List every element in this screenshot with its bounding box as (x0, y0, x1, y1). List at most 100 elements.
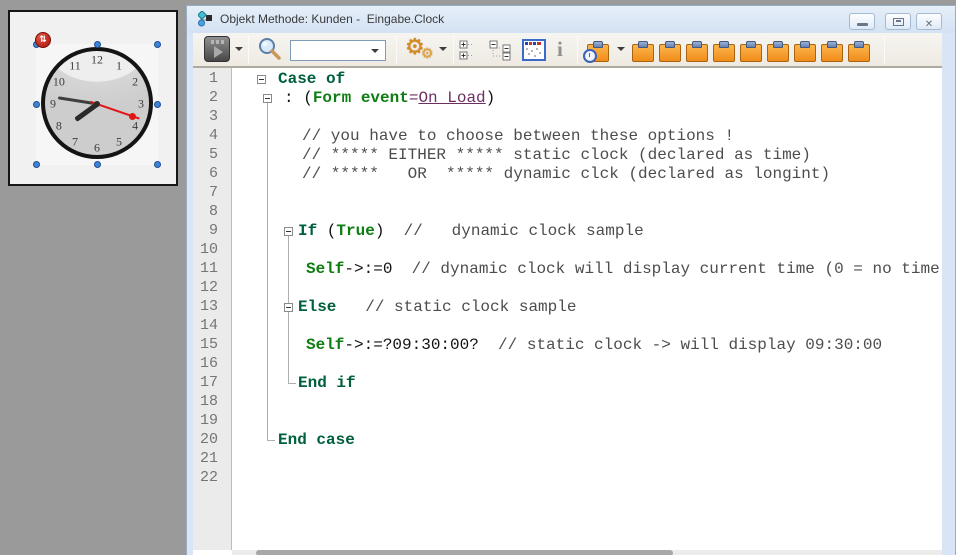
clipboard-slot-button[interactable] (632, 41, 654, 62)
code-line[interactable] (232, 469, 942, 488)
form-preview-box: ⇅ 123456789101112 (8, 10, 178, 186)
line-number: 11 (200, 260, 218, 279)
code-line[interactable]: Self->:=?09:30:00? // static clock -> wi… (232, 336, 942, 355)
clipboard-slot-button[interactable] (848, 41, 870, 62)
code-line[interactable] (232, 393, 942, 412)
code-text (232, 469, 942, 488)
code-text (232, 108, 942, 127)
clock-center-cap (94, 101, 100, 107)
clipboard-slot-button[interactable] (794, 41, 816, 62)
line-number: 1 (209, 70, 218, 89)
code-text: : (Form event=On Load) (232, 89, 942, 108)
search-input[interactable] (290, 40, 386, 61)
code-text (232, 355, 942, 374)
method-editor-window: Objekt Methode: Kunden - Eingabe.Clock ✕ (186, 5, 956, 555)
line-number: 10 (200, 241, 218, 260)
toolbar: ⚙ ⚙ (193, 33, 942, 68)
macro-window-icon[interactable] (522, 39, 546, 61)
code-text (232, 279, 942, 298)
close-icon: ✕ (925, 19, 933, 30)
line-number: 12 (200, 279, 218, 298)
code-line[interactable]: Case of (232, 70, 942, 89)
line-number: 3 (209, 108, 218, 127)
clipboard-clock-button[interactable] (587, 41, 609, 62)
clock-numeral: 5 (116, 135, 122, 150)
line-number: 20 (200, 431, 218, 450)
clock-numeral: 8 (56, 119, 62, 134)
code-lines[interactable]: Case of: (Form event=On Load) // you have… (232, 68, 942, 550)
code-line[interactable]: Else // static clock sample (232, 298, 942, 317)
line-number: 8 (209, 203, 218, 222)
code-line[interactable] (232, 450, 942, 469)
line-number: 21 (200, 450, 218, 469)
code-text (232, 450, 942, 469)
separator (577, 35, 578, 64)
gears-dropdown-caret[interactable] (439, 47, 447, 51)
code-text: // ***** OR ***** dynamic clck (declared… (232, 165, 942, 184)
code-line[interactable]: End if (232, 374, 942, 393)
clipboard-slot-button[interactable] (740, 41, 762, 62)
code-line[interactable] (232, 241, 942, 260)
code-line[interactable]: // you have to choose between these opti… (232, 127, 942, 146)
titlebar[interactable]: Objekt Methode: Kunden - Eingabe.Clock ✕ (187, 6, 955, 33)
line-number: 19 (200, 412, 218, 431)
clipboard-slot-button[interactable] (767, 41, 789, 62)
code-text: Case of (232, 70, 942, 89)
line-number: 7 (209, 184, 218, 203)
clipboard-slot-button[interactable] (686, 41, 708, 62)
handle-top-mid[interactable] (94, 41, 101, 48)
line-number: 6 (209, 165, 218, 184)
clipboard-slot-button[interactable] (821, 41, 843, 62)
handle-mid-right[interactable] (154, 101, 161, 108)
code-line[interactable]: : (Form event=On Load) (232, 89, 942, 108)
handle-mid-left[interactable] (33, 101, 40, 108)
horizontal-scrollbar[interactable] (232, 550, 942, 555)
clock-numeral: 10 (53, 75, 65, 90)
maximize-button[interactable] (885, 13, 911, 30)
line-number: 13 (200, 298, 218, 317)
code-line[interactable] (232, 203, 942, 222)
code-line[interactable] (232, 412, 942, 431)
form-editor-panel: ⇅ 123456789101112 (0, 0, 186, 555)
scrollbar-thumb[interactable] (256, 550, 673, 555)
code-text (232, 412, 942, 431)
code-text: Else // static clock sample (232, 298, 942, 317)
code-line[interactable]: End case (232, 431, 942, 450)
line-number: 17 (200, 374, 218, 393)
line-number-gutter: 12345678910111213141516171819202122 (193, 68, 232, 550)
magnifier-icon (258, 37, 282, 61)
close-button[interactable]: ✕ (916, 13, 942, 30)
minimize-icon (857, 23, 868, 26)
code-text (232, 317, 942, 336)
code-line[interactable] (232, 279, 942, 298)
handle-bottom-left[interactable] (33, 161, 40, 168)
minimize-button[interactable] (849, 13, 875, 30)
line-number: 18 (200, 393, 218, 412)
code-text: Self->:=0 // dynamic clock will display … (232, 260, 942, 279)
code-line[interactable]: // ***** EITHER ***** static clock (decl… (232, 146, 942, 165)
code-line[interactable]: // ***** OR ***** dynamic clck (declared… (232, 165, 942, 184)
code-line[interactable] (232, 317, 942, 336)
run-method-button[interactable] (204, 36, 230, 62)
run-dropdown-caret[interactable] (235, 47, 243, 51)
gears-icon-small[interactable]: ⚙ (421, 45, 434, 62)
clipboard-slot-button[interactable] (713, 41, 735, 62)
collapse-tree-icon[interactable] (489, 40, 513, 62)
handle-bottom-right[interactable] (154, 161, 161, 168)
handle-top-right[interactable] (154, 41, 161, 48)
code-editor[interactable]: 12345678910111213141516171819202122 Case… (193, 68, 942, 555)
code-line[interactable] (232, 355, 942, 374)
object-method-badge-icon[interactable]: ⇅ (35, 32, 51, 48)
info-icon[interactable]: i (557, 37, 563, 62)
code-text (232, 203, 942, 222)
clipboard-slot-button[interactable] (659, 41, 681, 62)
code-line[interactable]: If (True) // dynamic clock sample (232, 222, 942, 241)
code-line[interactable]: Self->:=0 // dynamic clock will display … (232, 260, 942, 279)
search-dropdown-caret[interactable] (371, 49, 379, 53)
code-text: // you have to choose between these opti… (232, 127, 942, 146)
expand-tree-icon[interactable] (459, 40, 481, 62)
code-line[interactable] (232, 108, 942, 127)
handle-bottom-mid[interactable] (94, 161, 101, 168)
code-line[interactable] (232, 184, 942, 203)
clipboard-dropdown-caret[interactable] (617, 47, 625, 51)
